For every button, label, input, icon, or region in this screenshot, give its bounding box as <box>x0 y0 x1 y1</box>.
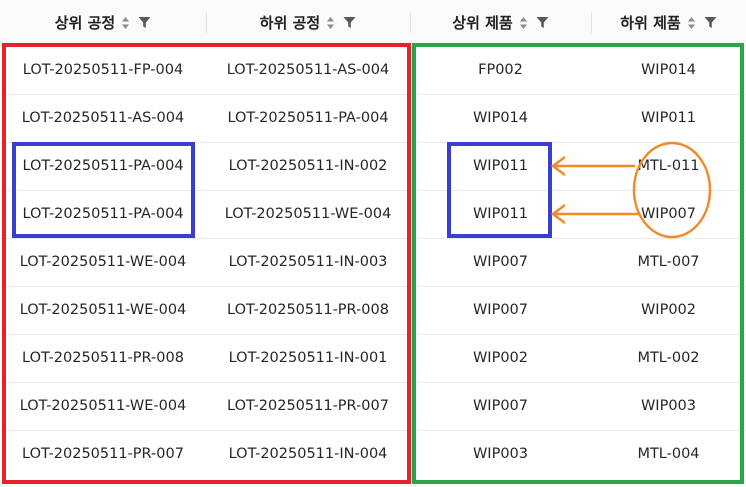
column-header-label: 상위 제품 <box>452 14 513 32</box>
cell-upper-product: WIP007 <box>472 398 529 414</box>
cell-upper-product: FP002 <box>478 62 523 78</box>
cell-lower-product: WIP007 <box>640 206 697 222</box>
column-header-label: 하위 제품 <box>620 14 681 32</box>
cell-lower-product: MTL-007 <box>637 254 700 270</box>
table-row[interactable]: LOT-20250511-WE-004 LOT-20250511-PR-007 … <box>0 382 746 431</box>
cell-upper-product: WIP007 <box>472 254 529 270</box>
cell-lower-process: LOT-20250511-IN-001 <box>228 350 388 366</box>
table-row[interactable]: LOT-20250511-WE-004 LOT-20250511-PR-008 … <box>0 286 746 335</box>
cell-upper-process: LOT-20250511-PA-004 <box>22 158 184 174</box>
cell-upper-process: LOT-20250511-PA-004 <box>22 206 184 222</box>
cell-lower-product: WIP014 <box>640 62 697 78</box>
cell-lower-process: LOT-20250511-PR-008 <box>227 302 389 318</box>
filter-icon[interactable] <box>536 16 549 29</box>
cell-upper-process: LOT-20250511-PR-008 <box>22 350 184 366</box>
cell-lower-product: WIP003 <box>640 398 697 414</box>
cell-upper-process: LOT-20250511-WE-004 <box>19 398 187 414</box>
column-header-upper-product[interactable]: 상위 제품 <box>410 0 591 45</box>
filter-icon[interactable] <box>704 16 717 29</box>
cell-upper-process: LOT-20250511-AS-004 <box>21 110 185 126</box>
column-header-upper-process[interactable]: 상위 공정 <box>0 0 206 45</box>
cell-lower-process: LOT-20250511-PA-004 <box>227 110 389 126</box>
table-row[interactable]: LOT-20250511-PA-004 LOT-20250511-WE-004 … <box>0 190 746 239</box>
cell-upper-product: WIP003 <box>472 446 529 462</box>
table-row[interactable]: LOT-20250511-PR-008 LOT-20250511-IN-001 … <box>0 334 746 383</box>
cell-upper-product: WIP002 <box>472 350 529 366</box>
sort-icon[interactable] <box>326 16 335 30</box>
sort-icon[interactable] <box>121 16 130 30</box>
cell-lower-process: LOT-20250511-IN-003 <box>228 254 388 270</box>
cell-lower-product: MTL-004 <box>637 446 700 462</box>
column-header-label: 하위 공정 <box>259 14 321 32</box>
cell-lower-product: MTL-011 <box>637 158 700 174</box>
column-header-lower-process[interactable]: 하위 공정 <box>206 0 410 45</box>
table-row[interactable]: LOT-20250511-FP-004 LOT-20250511-AS-004 … <box>0 46 746 95</box>
cell-lower-product: WIP011 <box>640 110 697 126</box>
table-row[interactable]: LOT-20250511-PR-007 LOT-20250511-IN-004 … <box>0 430 746 478</box>
sort-icon[interactable] <box>687 16 696 30</box>
cell-upper-process: LOT-20250511-WE-004 <box>19 254 187 270</box>
cell-upper-process: LOT-20250511-FP-004 <box>22 62 184 78</box>
filter-icon[interactable] <box>138 16 151 29</box>
table-row[interactable]: LOT-20250511-AS-004 LOT-20250511-PA-004 … <box>0 94 746 143</box>
cell-upper-process: LOT-20250511-WE-004 <box>19 302 187 318</box>
table-row[interactable]: LOT-20250511-PA-004 LOT-20250511-IN-002 … <box>0 142 746 191</box>
sort-icon[interactable] <box>519 16 528 30</box>
table-header: 상위 공정 하위 공정 상위 제품 하위 제품 <box>0 0 746 46</box>
table-row[interactable]: LOT-20250511-WE-004 LOT-20250511-IN-003 … <box>0 238 746 287</box>
cell-upper-process: LOT-20250511-PR-007 <box>22 446 184 462</box>
cell-lower-process: LOT-20250511-AS-004 <box>226 62 390 78</box>
cell-upper-product: WIP014 <box>472 110 529 126</box>
cell-lower-product: MTL-002 <box>637 350 700 366</box>
cell-upper-product: WIP011 <box>472 206 529 222</box>
cell-lower-product: WIP002 <box>640 302 697 318</box>
filter-icon[interactable] <box>343 16 356 29</box>
cell-upper-product: WIP007 <box>472 302 529 318</box>
column-header-label: 상위 공정 <box>54 14 116 32</box>
cell-upper-product: WIP011 <box>472 158 529 174</box>
cell-lower-process: LOT-20250511-PR-007 <box>227 398 389 414</box>
cell-lower-process: LOT-20250511-IN-002 <box>228 158 388 174</box>
column-header-lower-product[interactable]: 하위 제품 <box>591 0 746 45</box>
cell-lower-process: LOT-20250511-WE-004 <box>224 206 392 222</box>
cell-lower-process: LOT-20250511-IN-004 <box>228 446 388 462</box>
